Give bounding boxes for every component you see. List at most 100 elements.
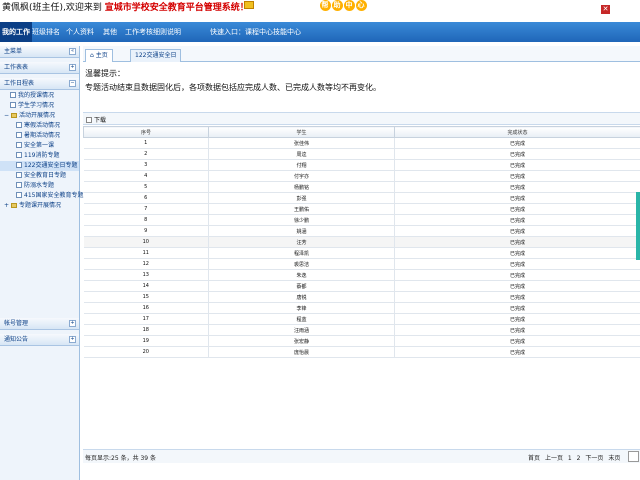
download-icon bbox=[86, 117, 92, 123]
cell-student: 朱逸 bbox=[208, 269, 395, 281]
tree-label: 暑期活动情况 bbox=[24, 132, 61, 139]
pager-summary: 每页显示:25 条，共 39 条 bbox=[85, 455, 157, 462]
table-row[interactable]: 8 徐少鹏 已完成 bbox=[83, 214, 640, 226]
table-row[interactable]: 17 程蓝 已完成 bbox=[83, 313, 640, 325]
tree-item[interactable]: 防溺水专题 bbox=[0, 181, 79, 191]
tree-item[interactable]: 安全第一课 bbox=[0, 141, 79, 151]
cell-status: 已完成 bbox=[394, 291, 640, 303]
expand-icon[interactable]: + bbox=[69, 64, 76, 71]
nav-profile[interactable]: 个人资料 bbox=[66, 22, 94, 42]
prev-page-button[interactable]: 上一页 bbox=[545, 455, 563, 462]
folder-icon bbox=[10, 203, 17, 208]
sidebar-section-notice[interactable]: 通知公告 + bbox=[0, 334, 79, 346]
table-row[interactable]: 4 付宇亦 已完成 bbox=[83, 170, 640, 182]
cell-index: 1 bbox=[83, 137, 209, 149]
cell-student: 程泽凯 bbox=[208, 247, 395, 259]
table-row[interactable]: 14 蔡都 已完成 bbox=[83, 280, 640, 292]
sidebar-section-worktable[interactable]: 工作表表 + bbox=[0, 62, 79, 74]
last-page-button[interactable]: 末页 bbox=[608, 455, 620, 462]
cell-status: 已完成 bbox=[394, 324, 640, 336]
sidebar-section-account[interactable]: 帐号管理 + bbox=[0, 318, 79, 330]
tree-label: 我的授课情况 bbox=[18, 92, 55, 99]
cell-index: 11 bbox=[83, 247, 209, 259]
expand-icon[interactable]: + bbox=[69, 336, 76, 343]
cell-index: 19 bbox=[83, 335, 209, 347]
col-header-status[interactable]: 完成状态 bbox=[394, 126, 640, 138]
cell-status: 已完成 bbox=[394, 225, 640, 237]
first-page-button[interactable]: 首页 bbox=[528, 455, 540, 462]
table-toolbar: 下载 bbox=[83, 112, 640, 125]
tab-home[interactable]: ⌂ 主页 bbox=[85, 49, 113, 62]
document-icon bbox=[16, 182, 22, 188]
tree-folder[interactable]: + 专题课开展情况 bbox=[0, 201, 79, 211]
folder-icon bbox=[10, 113, 17, 118]
document-icon bbox=[16, 132, 22, 138]
collapse-icon[interactable]: − bbox=[69, 80, 76, 87]
table-row[interactable]: 7 王鹏佑 已完成 bbox=[83, 203, 640, 215]
download-button[interactable]: 下载 bbox=[86, 115, 106, 124]
cell-index: 17 bbox=[83, 313, 209, 325]
nav-class-rank[interactable]: 班级排名 bbox=[32, 22, 60, 42]
col-header-index[interactable]: 序号 bbox=[83, 126, 209, 138]
table-row[interactable]: 18 汪雨涵 已完成 bbox=[83, 324, 640, 336]
logout-icon[interactable]: ✕ bbox=[601, 5, 610, 14]
cell-student: 庞怡晨 bbox=[208, 346, 395, 358]
tree-item[interactable]: 暑期活动情况 bbox=[0, 131, 79, 141]
tree-item[interactable]: 安全教育日专题 bbox=[0, 171, 79, 181]
table-row[interactable]: 3 付翔 已完成 bbox=[83, 159, 640, 171]
expand-icon[interactable]: + bbox=[69, 320, 76, 327]
cell-index: 10 bbox=[83, 236, 209, 248]
nav-skill-center[interactable]: 技能中心 bbox=[273, 22, 301, 42]
page-1-link[interactable]: 1 bbox=[568, 455, 572, 462]
table-row[interactable]: 19 张宏静 已完成 bbox=[83, 335, 640, 347]
table-row[interactable]: 11 程泽凯 已完成 bbox=[83, 247, 640, 259]
table-row[interactable]: 2 周逵 已完成 bbox=[83, 148, 640, 160]
tree-item[interactable]: 寒假活动情况 bbox=[0, 121, 79, 131]
cell-index: 8 bbox=[83, 214, 209, 226]
tree-item-selected[interactable]: 122交通安全日专题 bbox=[0, 161, 79, 171]
table-body: 1 张佳伟 已完成 2 周逵 已完成 3 付翔 已完成 4 付宇亦 已完成 5 杨鹏铭 已完成 6彭… bbox=[83, 137, 640, 358]
document-icon bbox=[16, 192, 22, 198]
nav-assessment-rules[interactable]: 工作考核细则说明 bbox=[125, 22, 181, 42]
table-row[interactable]: 5 杨鹏铭 已完成 bbox=[83, 181, 640, 193]
mail-icon[interactable] bbox=[244, 1, 254, 9]
help-center-banner[interactable]: 帮助中心 bbox=[320, 0, 368, 11]
table-row[interactable]: 12 裘思洁 已完成 bbox=[83, 258, 640, 270]
school-title: 宣城市学校安全教育平台管理系统！ bbox=[104, 3, 249, 13]
table-row[interactable]: 16 李锋 已完成 bbox=[83, 302, 640, 314]
tree-folder[interactable]: − 活动开展情况 bbox=[0, 111, 79, 121]
next-page-button[interactable]: 下一页 bbox=[585, 455, 603, 462]
tab-traffic-safety-day[interactable]: 122交通安全日 bbox=[130, 49, 182, 62]
collapse-icon[interactable]: « bbox=[69, 48, 76, 55]
table-row[interactable]: 20 庞怡晨 已完成 bbox=[83, 346, 640, 358]
page-jump-input[interactable] bbox=[628, 451, 639, 462]
tree-item[interactable]: 学生学习情况 bbox=[0, 101, 79, 111]
tree-item[interactable]: 415国家安全教育专题 bbox=[0, 191, 83, 201]
table-row[interactable]: 10 汪芳 已完成 bbox=[83, 236, 640, 248]
col-header-student[interactable]: 学生 bbox=[208, 126, 395, 138]
floating-side-tab[interactable] bbox=[636, 192, 640, 260]
nav-course-center[interactable]: 快速入口：课程中心 bbox=[210, 22, 273, 42]
sidebar-tree: 我的授课情况 学生学习情况 − 活动开展情况 寒假活动情况 暑期活动情况 安全第… bbox=[0, 90, 83, 212]
table-row[interactable]: 6 彭强 已完成 bbox=[83, 192, 640, 204]
section-label: 工作表表 bbox=[4, 64, 29, 71]
tree-item[interactable]: 119消防专题 bbox=[0, 151, 79, 161]
nav-other[interactable]: 其他 bbox=[103, 22, 117, 42]
tree-label: 学生学习情况 bbox=[18, 102, 55, 109]
cell-status: 已完成 bbox=[394, 258, 640, 270]
tree-item[interactable]: 我的授课情况 bbox=[0, 91, 79, 101]
table-row[interactable]: 15 唐锐 已完成 bbox=[83, 291, 640, 303]
cell-student: 彭强 bbox=[208, 192, 395, 204]
table-row[interactable]: 1 张佳伟 已完成 bbox=[83, 137, 640, 149]
section-label: 通知公告 bbox=[4, 336, 29, 343]
cell-status: 已完成 bbox=[394, 159, 640, 171]
tree-label: 防溺水专题 bbox=[24, 182, 55, 189]
table-row[interactable]: 13 朱逸 已完成 bbox=[83, 269, 640, 281]
cell-index: 13 bbox=[83, 269, 209, 281]
table-row[interactable]: 9 姚涵 已完成 bbox=[83, 225, 640, 237]
cell-status: 已完成 bbox=[394, 269, 640, 281]
sidebar-section-schedule[interactable]: 工作日程表 − bbox=[0, 78, 79, 90]
page-2-link[interactable]: 2 bbox=[577, 455, 581, 462]
nav-my-work[interactable]: 我的工作 bbox=[0, 22, 32, 42]
tree-label: 安全第一课 bbox=[24, 142, 55, 149]
